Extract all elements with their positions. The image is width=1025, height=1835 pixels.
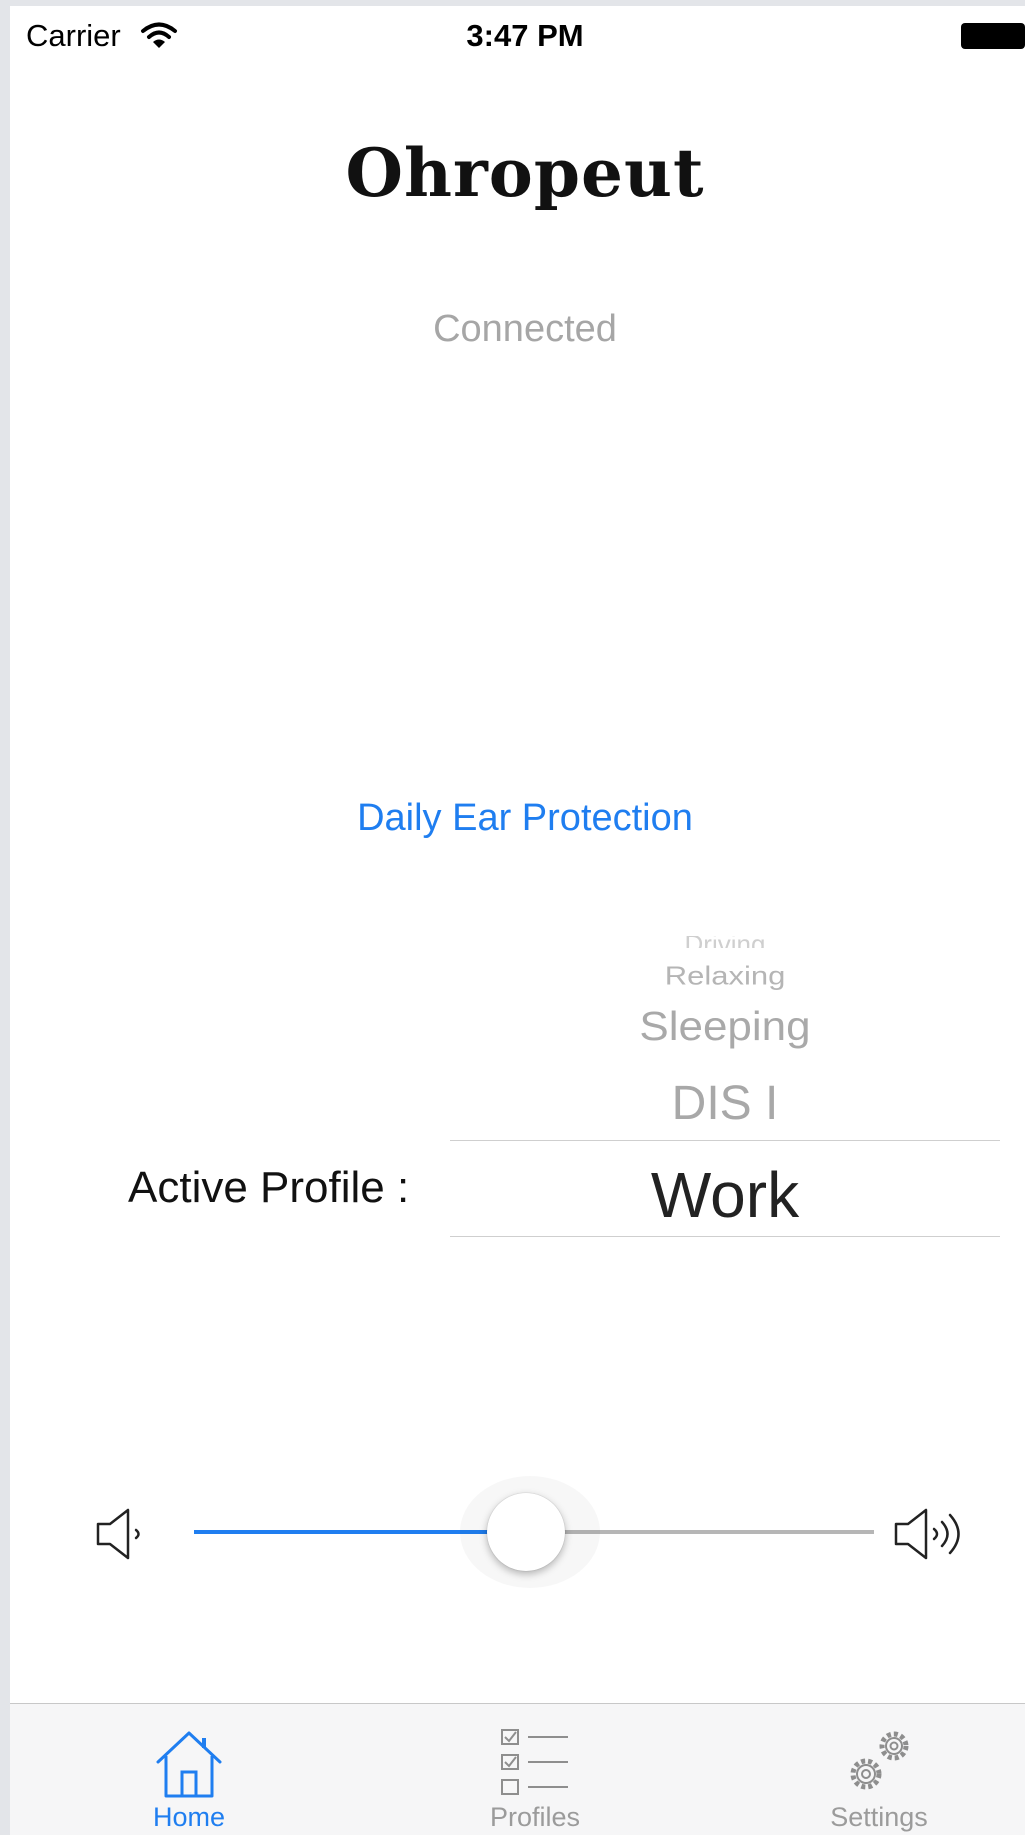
daily-ear-protection-button[interactable]: Daily Ear Protection xyxy=(10,797,1025,840)
tab-label: Home xyxy=(152,1802,226,1832)
volume-low-icon xyxy=(96,1508,140,1560)
battery-icon xyxy=(961,23,1025,49)
picker-selection-top-line xyxy=(450,1140,1000,1141)
tab-bar: Home Profiles Settings xyxy=(10,1703,1025,1835)
picker-selected-option[interactable]: Work xyxy=(450,1158,1000,1232)
volume-slider-thumb[interactable] xyxy=(487,1493,565,1571)
profile-picker[interactable]: Driving Relaxing Sleeping DIS I Work xyxy=(450,936,1000,1237)
tab-home[interactable]: Home xyxy=(20,1704,358,1835)
clock-label: 3:47 PM xyxy=(466,18,584,53)
picker-option[interactable]: DIS I xyxy=(450,1076,1000,1131)
app-screen: Carrier 3:47 PM Ohropeut Connected Daily… xyxy=(10,6,1025,1835)
connection-status: Connected xyxy=(433,308,617,350)
picker-option[interactable]: Sleeping xyxy=(450,1004,1000,1050)
tab-profiles[interactable]: Profiles xyxy=(366,1704,704,1835)
active-profile-label: Active Profile : xyxy=(128,1163,410,1212)
checklist-icon xyxy=(501,1729,568,1795)
tab-label: Profiles xyxy=(489,1802,581,1832)
app-logo: Ohropeut xyxy=(345,134,705,212)
volume-high-icon xyxy=(894,1508,960,1560)
tab-settings[interactable]: Settings xyxy=(710,1704,1025,1835)
home-icon xyxy=(156,1731,222,1798)
picker-option[interactable]: Driving xyxy=(450,936,1000,948)
picker-selection-bottom-line xyxy=(450,1236,1000,1237)
gears-icon xyxy=(850,1731,909,1790)
picker-option[interactable]: Relaxing xyxy=(450,961,1000,992)
tab-label: Settings xyxy=(830,1802,928,1832)
